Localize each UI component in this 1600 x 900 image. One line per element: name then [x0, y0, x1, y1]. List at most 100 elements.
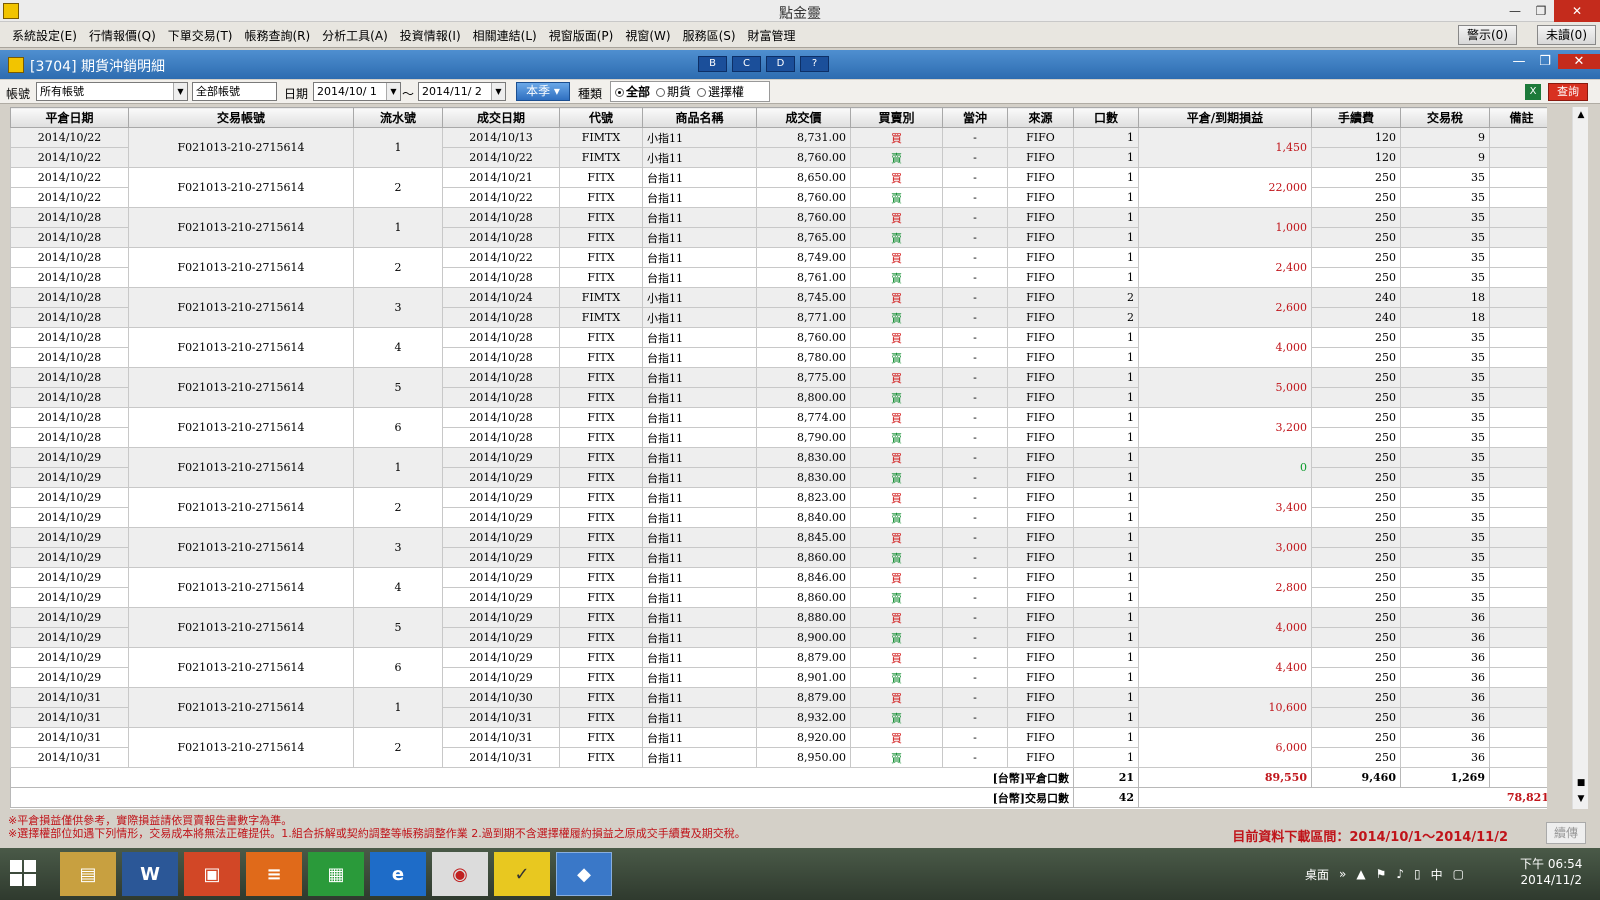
date-to-picker[interactable]: 2014/11/ 2 ▼ — [418, 82, 506, 101]
network-icon[interactable]: ▯ — [1414, 867, 1421, 881]
date-tilde: ～ — [402, 87, 415, 101]
radio-all[interactable]: 全部 — [615, 83, 650, 100]
menu-item[interactable]: 帳務查詢(R) — [242, 27, 312, 44]
word-icon[interactable]: W — [122, 852, 178, 896]
table-row[interactable]: 2014/10/28 F021013-210-2715614 2 2014/10/22… — [10, 247, 1547, 288]
table-row[interactable]: 2014/10/22 F021013-210-2715614 1 2014/10/13… — [10, 127, 1547, 168]
app-orange-icon[interactable]: ≡ — [246, 852, 302, 896]
season-button[interactable]: 本季 ▾ — [516, 82, 570, 101]
column-header[interactable]: 當沖 — [942, 107, 1008, 128]
active-app-icon[interactable]: ◆ — [556, 852, 612, 896]
column-header[interactable]: 平倉/到期損益 — [1138, 107, 1312, 128]
menu-item[interactable]: 服務區(S) — [681, 27, 738, 44]
table-row[interactable]: 2014/10/28 F021013-210-2715614 4 2014/10/28… — [10, 327, 1547, 368]
menu-item[interactable]: 視窗版面(P) — [547, 27, 616, 44]
volume-icon[interactable]: ♪ — [1396, 867, 1404, 881]
minimize-icon[interactable]: — — [1502, 0, 1528, 22]
panel-minimize-icon[interactable]: — — [1506, 54, 1532, 69]
column-header[interactable]: 口數 — [1073, 107, 1139, 128]
column-header[interactable]: 備註 — [1489, 107, 1547, 128]
vertical-scrollbar[interactable]: ▲ ■ ▼ — [1572, 107, 1588, 809]
flag-icon[interactable]: ⚑ — [1376, 867, 1387, 881]
table-row[interactable]: 2014/10/28 F021013-210-2715614 1 2014/10/28… — [10, 207, 1547, 248]
query-button[interactable]: 查詢 — [1548, 83, 1588, 101]
table-row[interactable]: 2014/10/29 F021013-210-2715614 3 2014/10/29… — [10, 527, 1547, 568]
price-cell: 8,760.00 — [756, 327, 851, 348]
table-row[interactable]: 2014/10/29 F021013-210-2715614 2 2014/10/29… — [10, 487, 1547, 528]
date-from-picker[interactable]: 2014/10/ 1 ▼ — [313, 82, 401, 101]
ime-indicator[interactable]: 中 — [1431, 866, 1443, 883]
table-row[interactable]: 2014/10/29 F021013-210-2715614 1 2014/10/29… — [10, 447, 1547, 488]
panel-close-icon[interactable]: ✕ — [1558, 54, 1600, 69]
trading-app-icon[interactable]: ✓ — [494, 852, 550, 896]
table-row[interactable]: 2014/10/31 F021013-210-2715614 2 2014/10/31… — [10, 727, 1547, 768]
table-row[interactable]: 2014/10/29 F021013-210-2715614 4 2014/10/29… — [10, 567, 1547, 608]
link-tool-icon[interactable]: D — [766, 56, 795, 72]
excel-export-icon[interactable]: X — [1525, 84, 1541, 100]
remark-cell — [1489, 447, 1547, 468]
table-row[interactable]: 2014/10/29 F021013-210-2715614 6 2014/10/29… — [10, 647, 1547, 688]
qty-cell: 1 — [1073, 627, 1139, 648]
account-cell: F021013-210-2715614 — [128, 567, 354, 608]
menu-item[interactable]: 行情報價(Q) — [87, 27, 158, 44]
table-row[interactable]: 2014/10/31 F021013-210-2715614 1 2014/10/30… — [10, 687, 1547, 728]
close-date-cell: 2014/10/29 — [10, 627, 129, 648]
ie-icon[interactable]: e — [370, 852, 426, 896]
chrome-icon[interactable]: ◉ — [432, 852, 488, 896]
scroll-up-icon[interactable]: ▲ — [1573, 107, 1589, 123]
fee-cell: 250 — [1311, 387, 1401, 408]
column-header[interactable]: 成交價 — [756, 107, 851, 128]
capture-tool-icon[interactable]: C — [732, 56, 761, 72]
column-header[interactable]: 買賣別 — [850, 107, 943, 128]
account-select[interactable]: 所有帳號 ▼ — [36, 82, 188, 101]
radio-options[interactable]: 選擇權 — [697, 83, 744, 100]
tray-up-icon[interactable]: ▲ — [1356, 867, 1365, 881]
side-cell: 賣 — [850, 587, 943, 608]
menu-item[interactable]: 相關連結(L) — [471, 27, 539, 44]
column-header[interactable]: 手續費 — [1311, 107, 1401, 128]
column-header[interactable]: 交易稅 — [1400, 107, 1490, 128]
account-text-field[interactable]: 全部帳號 — [192, 82, 277, 101]
menu-item[interactable]: 投資情報(I) — [398, 27, 463, 44]
table-row[interactable]: 2014/10/28 F021013-210-2715614 3 2014/10/24… — [10, 287, 1547, 328]
app-red-icon[interactable]: ▣ — [184, 852, 240, 896]
file-explorer-icon[interactable]: ▤ — [60, 852, 116, 896]
scroll-down-icon[interactable]: ▼ — [1573, 791, 1589, 807]
table-row[interactable]: 2014/10/28 F021013-210-2715614 5 2014/10/28… — [10, 367, 1547, 408]
qty-cell: 1 — [1073, 247, 1139, 268]
remark-cell — [1489, 547, 1547, 568]
column-header[interactable]: 平倉日期 — [10, 107, 129, 128]
table-row[interactable]: 2014/10/28 F021013-210-2715614 6 2014/10/28… — [10, 407, 1547, 448]
notification-icon[interactable]: ▢ — [1453, 867, 1464, 881]
column-header[interactable]: 來源 — [1007, 107, 1074, 128]
menu-item[interactable]: 視窗(W) — [623, 27, 672, 44]
close-icon[interactable]: ✕ — [1554, 0, 1600, 22]
panel-restore-icon[interactable]: ❐ — [1532, 54, 1558, 69]
scroll-thumb[interactable]: ■ — [1573, 775, 1589, 791]
column-header[interactable]: 流水號 — [353, 107, 443, 128]
menu-item[interactable]: 財富管理 — [746, 27, 798, 44]
menu-item[interactable]: 分析工具(A) — [320, 27, 390, 44]
desktop-label[interactable]: 桌面 — [1305, 866, 1329, 883]
menu-item[interactable]: 下單交易(T) — [166, 27, 235, 44]
resend-button[interactable]: 續傳 — [1546, 822, 1586, 844]
radio-futures[interactable]: 期貨 — [656, 83, 691, 100]
clock[interactable]: 下午 06:54 2014/11/2 — [1520, 856, 1582, 888]
expand-icon[interactable]: » — [1339, 867, 1346, 881]
alert-button[interactable]: 警示(0) — [1458, 25, 1517, 45]
layout-tool-icon[interactable]: B — [698, 56, 727, 72]
column-header[interactable]: 代號 — [559, 107, 643, 128]
restore-icon[interactable]: ❐ — [1528, 0, 1554, 22]
column-header[interactable]: 商品名稱 — [642, 107, 757, 128]
column-header[interactable]: 交易帳號 — [128, 107, 354, 128]
daytrade-cell: - — [942, 487, 1008, 508]
table-row[interactable]: 2014/10/22 F021013-210-2715614 2 2014/10/21… — [10, 167, 1547, 208]
store-icon[interactable]: ▦ — [308, 852, 364, 896]
table-row[interactable]: 2014/10/29 F021013-210-2715614 5 2014/10/29… — [10, 607, 1547, 648]
unread-button[interactable]: 未讀(0) — [1537, 25, 1596, 45]
menu-item[interactable]: 系統設定(E) — [10, 27, 79, 44]
serial-cell: 1 — [353, 687, 443, 728]
help-tool-icon[interactable]: ? — [800, 56, 829, 72]
start-icon[interactable] — [10, 860, 36, 886]
column-header[interactable]: 成交日期 — [442, 107, 560, 128]
